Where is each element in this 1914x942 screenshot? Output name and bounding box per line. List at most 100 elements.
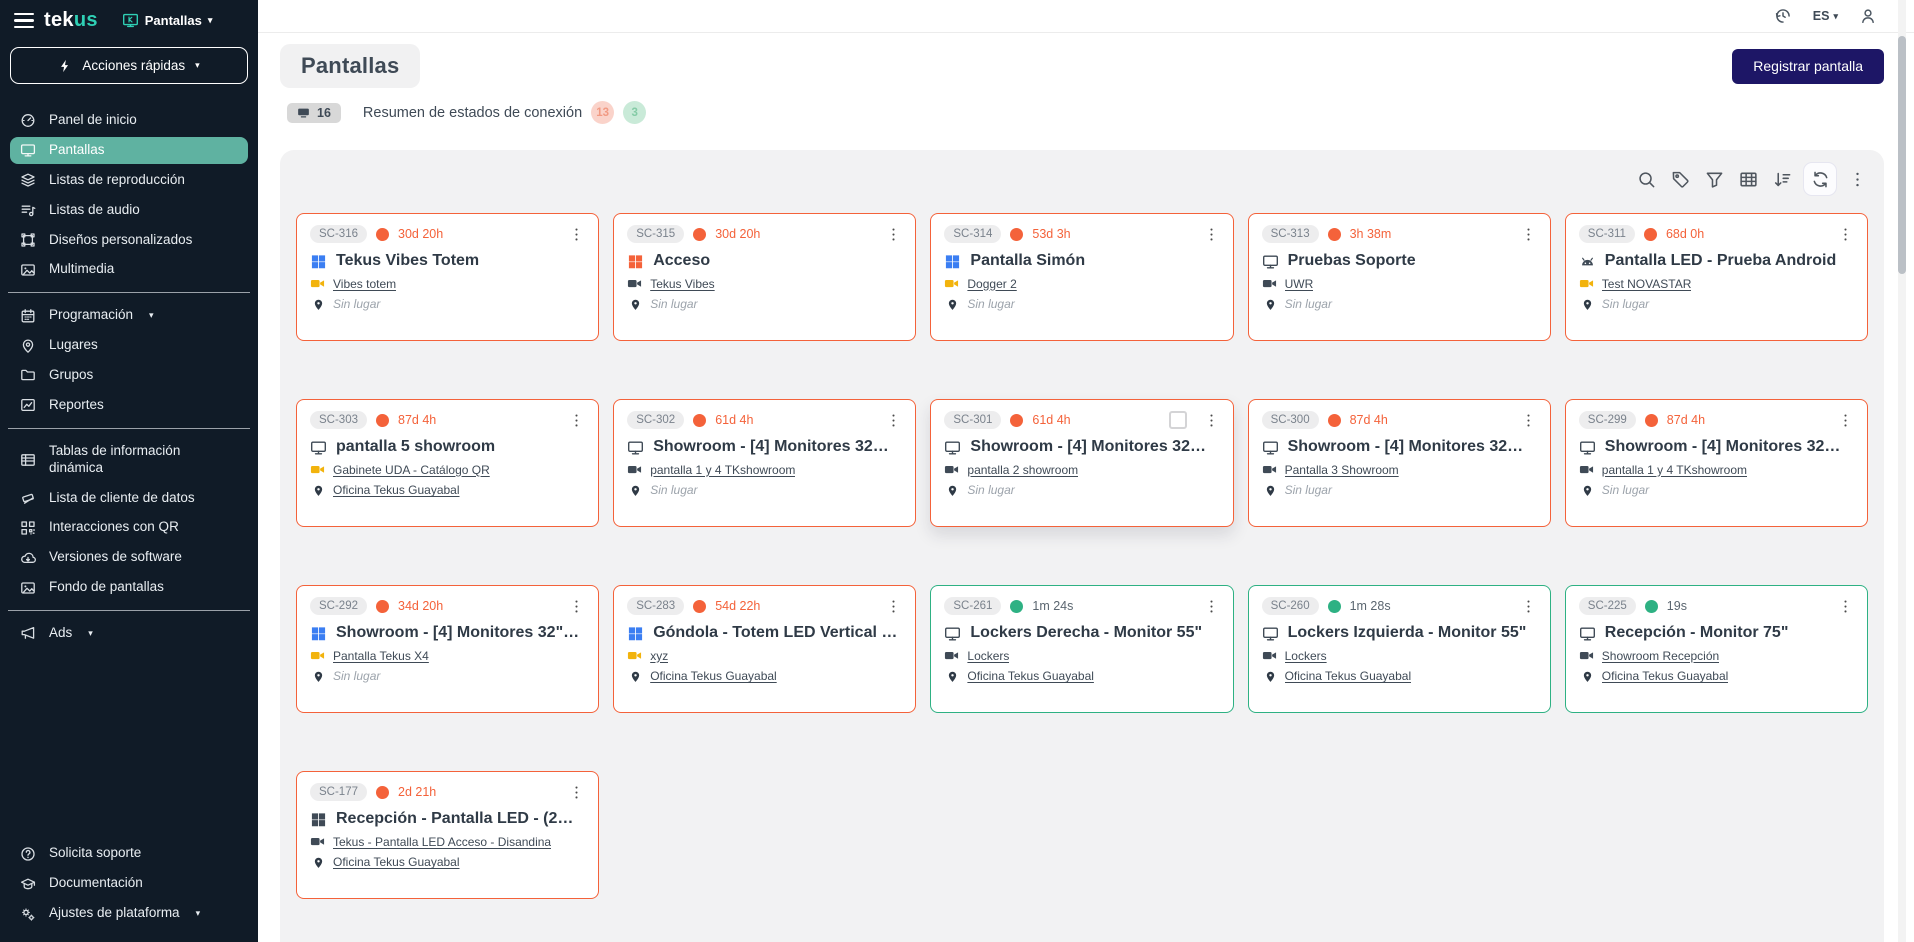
screen-card[interactable]: SC-30161d 4hShowroom - [4] Monitores 32…… xyxy=(930,399,1233,527)
sidebar-item-versiones-de-software[interactable]: Versiones de software xyxy=(10,544,248,571)
screen-card[interactable]: SC-2601m 28sLockers Izquierda - Monitor … xyxy=(1248,585,1551,713)
playlist-row: Vibes totem xyxy=(310,276,585,291)
screen-card[interactable]: SC-29234d 20hShowroom - [4] Monitores 32… xyxy=(296,585,599,713)
sidebar-item-panel-de-inicio[interactable]: Panel de inicio xyxy=(10,107,248,134)
card-menu-button[interactable] xyxy=(885,412,902,429)
scrollbar-thumb[interactable] xyxy=(1898,36,1906,274)
sort-button[interactable] xyxy=(1769,166,1796,193)
sidebar-item-interacciones-con-qr[interactable]: Interacciones con QR xyxy=(10,514,248,541)
sidebar-item-listas-de-reproducci-n[interactable]: Listas de reproducción xyxy=(10,167,248,194)
screen-card[interactable]: SC-3133h 38mPruebas SoporteUWRSin lugar xyxy=(1248,213,1551,341)
sidebar-item-ajustes-de-plataforma[interactable]: Ajustes de plataforma▾ xyxy=(10,900,248,927)
sidebar-divider xyxy=(8,610,250,611)
tag-button[interactable] xyxy=(1667,166,1694,193)
card-menu-button[interactable] xyxy=(885,226,902,243)
language-select[interactable]: ES ▾ xyxy=(1813,9,1838,23)
screen-card[interactable]: SC-2611m 24sLockers Derecha - Monitor 55… xyxy=(930,585,1233,713)
sidebar-item-tablas-de-informaci-n-din-mica[interactable]: Tablas de información dinámica xyxy=(10,438,248,482)
playlist-link[interactable]: UWR xyxy=(1285,277,1314,291)
card-title-row: Pantalla LED - Prueba Android xyxy=(1579,252,1854,270)
table-view-button[interactable] xyxy=(1735,166,1762,193)
card-menu-button[interactable] xyxy=(1520,412,1537,429)
playlist-link[interactable]: Tekus - Pantalla LED Acceso - Disandina xyxy=(333,835,551,849)
sidebar-item-label: Lista de cliente de datos xyxy=(49,490,195,507)
sidebar-item-lugares[interactable]: Lugares xyxy=(10,332,248,359)
quick-actions-button[interactable]: Acciones rápidas ▾ xyxy=(10,47,248,84)
playlist-link[interactable]: Lockers xyxy=(1285,649,1327,663)
screen-card[interactable]: SC-31168d 0hPantalla LED - Prueba Androi… xyxy=(1565,213,1868,341)
card-menu-button[interactable] xyxy=(1203,412,1220,429)
sidebar-item-solicita-soporte[interactable]: Solicita soporte xyxy=(10,840,248,867)
card-menu-button[interactable] xyxy=(568,226,585,243)
history-icon[interactable] xyxy=(1774,7,1792,25)
screen-card[interactable]: SC-1772d 21hRecepción - Pantalla LED - (… xyxy=(296,771,599,899)
pin-icon xyxy=(20,338,36,354)
location-link[interactable]: Oficina Tekus Guayabal xyxy=(650,669,777,683)
card-menu-button[interactable] xyxy=(1520,226,1537,243)
screen-card[interactable]: SC-31453d 3hPantalla SimónDogger 2Sin lu… xyxy=(930,213,1233,341)
menu-toggle-button[interactable] xyxy=(14,13,34,28)
card-menu-button[interactable] xyxy=(1520,598,1537,615)
playlist-link[interactable]: Lockers xyxy=(967,649,1009,663)
profile-icon[interactable] xyxy=(1859,7,1877,25)
screen-card[interactable]: SC-28354d 22hGóndola - Totem LED Vertica… xyxy=(613,585,916,713)
playlist-link[interactable]: Dogger 2 xyxy=(967,277,1016,291)
sidebar-item-multimedia[interactable]: Multimedia xyxy=(10,256,248,283)
screen-id-badge: SC-311 xyxy=(1579,225,1635,243)
playlist-link[interactable]: pantalla 1 y 4 TKshowroom xyxy=(650,463,795,477)
sidebar-item-label: Solicita soporte xyxy=(49,845,141,862)
playlist-link[interactable]: Vibes totem xyxy=(333,277,396,291)
sidebar-item-programaci-n[interactable]: Programación▾ xyxy=(10,302,248,329)
card-menu-button[interactable] xyxy=(1203,598,1220,615)
screen-card[interactable]: SC-29987d 4hShowroom - [4] Monitores 32…… xyxy=(1565,399,1868,527)
location-link[interactable]: Oficina Tekus Guayabal xyxy=(1602,669,1729,683)
sidebar-item-reportes[interactable]: Reportes xyxy=(10,392,248,419)
sidebar-item-grupos[interactable]: Grupos xyxy=(10,362,248,389)
search-button[interactable] xyxy=(1633,166,1660,193)
card-select-checkbox[interactable] xyxy=(1169,411,1187,429)
card-menu-button[interactable] xyxy=(1837,412,1854,429)
sidebar-item-listas-de-audio[interactable]: Listas de audio xyxy=(10,197,248,224)
playlist-link[interactable]: xyz xyxy=(650,649,668,663)
sidebar-item-label: Ads xyxy=(49,625,72,642)
screen-card[interactable]: SC-30087d 4hShowroom - [4] Monitores 32…… xyxy=(1248,399,1551,527)
card-menu-button[interactable] xyxy=(568,784,585,801)
location-link[interactable]: Oficina Tekus Guayabal xyxy=(333,483,460,497)
screen-card[interactable]: SC-31530d 20hAccesoTekus VibesSin lugar xyxy=(613,213,916,341)
playlist-link[interactable]: Gabinete UDA - Catálogo QR xyxy=(333,463,490,477)
playlist-link[interactable]: pantalla 1 y 4 TKshowroom xyxy=(1602,463,1747,477)
filter-button[interactable] xyxy=(1701,166,1728,193)
sidebar-item-documentaci-n[interactable]: Documentación xyxy=(10,870,248,897)
screen-card[interactable]: SC-31630d 20hTekus Vibes TotemVibes tote… xyxy=(296,213,599,341)
location-link[interactable]: Oficina Tekus Guayabal xyxy=(333,855,460,869)
playlist-link[interactable]: pantalla 2 showroom xyxy=(967,463,1078,477)
sidebar-item-pantallas[interactable]: Pantallas xyxy=(10,137,248,164)
sidebar-item-fondo-de-pantallas[interactable]: Fondo de pantallas xyxy=(10,574,248,601)
register-screen-button[interactable]: Registrar pantalla xyxy=(1732,49,1884,84)
card-menu-button[interactable] xyxy=(1203,226,1220,243)
playlist-link[interactable]: Test NOVASTAR xyxy=(1602,277,1692,291)
screen-card[interactable]: SC-30387d 4hpantalla 5 showroomGabinete … xyxy=(296,399,599,527)
card-menu-button[interactable] xyxy=(568,598,585,615)
sidebar-item-ads[interactable]: Ads▾ xyxy=(10,620,248,647)
more-button[interactable] xyxy=(1844,166,1871,193)
card-menu-button[interactable] xyxy=(568,412,585,429)
card-menu-button[interactable] xyxy=(1837,598,1854,615)
playlist-link[interactable]: Showroom Recepción xyxy=(1602,649,1719,663)
sidebar-item-lista-de-cliente-de-datos[interactable]: Lista de cliente de datos xyxy=(10,485,248,512)
playlist-link[interactable]: Pantalla 3 Showroom xyxy=(1285,463,1399,477)
refresh-button[interactable] xyxy=(1803,162,1837,196)
card-menu-button[interactable] xyxy=(1837,226,1854,243)
context-switcher[interactable]: Pantallas ▾ xyxy=(122,12,213,29)
screen-title: Lockers Izquierda - Monitor 55" xyxy=(1288,624,1527,642)
playlist-link[interactable]: Pantalla Tekus X4 xyxy=(333,649,429,663)
location-link[interactable]: Oficina Tekus Guayabal xyxy=(1285,669,1412,683)
more-icon xyxy=(1848,170,1867,189)
scrollbar[interactable] xyxy=(1898,0,1906,942)
playlist-link[interactable]: Tekus Vibes xyxy=(650,277,714,291)
location-link[interactable]: Oficina Tekus Guayabal xyxy=(967,669,1094,683)
card-menu-button[interactable] xyxy=(885,598,902,615)
screen-card[interactable]: SC-22519sRecepción - Monitor 75"Showroom… xyxy=(1565,585,1868,713)
screen-card[interactable]: SC-30261d 4hShowroom - [4] Monitores 32…… xyxy=(613,399,916,527)
sidebar-item-dise-os-personalizados[interactable]: Diseños personalizados xyxy=(10,227,248,254)
